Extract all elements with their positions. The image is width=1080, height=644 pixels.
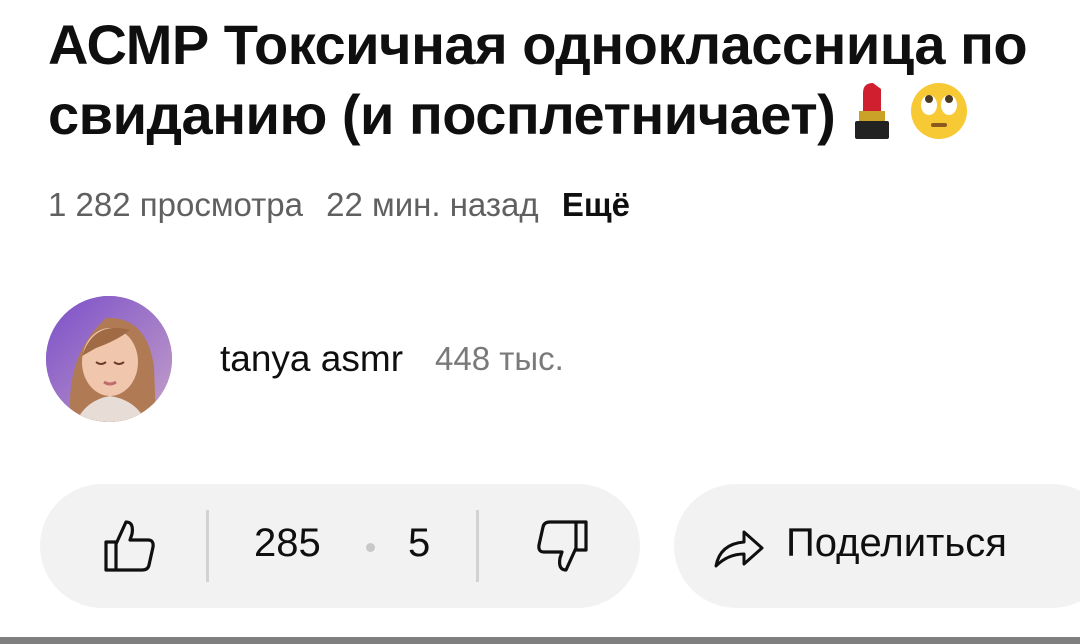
video-meta: 1 282 просмотра 22 мин. назад Ещё bbox=[48, 186, 644, 224]
thumbs-up-icon bbox=[104, 520, 155, 572]
share-button[interactable]: Поделиться bbox=[674, 484, 1080, 608]
share-arrow-icon bbox=[712, 526, 766, 575]
avatar[interactable] bbox=[46, 296, 172, 422]
share-label: Поделиться bbox=[786, 521, 1007, 565]
video-title-line-2: свиданию (и посплетничает) bbox=[48, 80, 1080, 150]
like-count: 285 bbox=[254, 521, 321, 565]
like-button[interactable] bbox=[100, 516, 160, 581]
rolling-eyes-icon bbox=[909, 81, 969, 157]
channel-row[interactable]: tanya asmr 448 тыс. bbox=[46, 296, 564, 422]
video-title[interactable]: АСМР Токсичная одноклассница по свиданию… bbox=[48, 10, 1080, 150]
lipstick-icon bbox=[849, 81, 895, 157]
view-count: 1 282 просмотра bbox=[48, 186, 303, 223]
divider bbox=[476, 510, 479, 582]
upload-time: 22 мин. назад bbox=[326, 186, 539, 223]
divider bbox=[206, 510, 209, 582]
like-dislike-bar: 285 5 bbox=[40, 484, 640, 608]
subscriber-count: 448 тыс. bbox=[435, 340, 564, 377]
dislike-count: 5 bbox=[408, 521, 431, 565]
thumbs-down-icon bbox=[537, 520, 588, 572]
video-title-line-2-text: свиданию (и посплетничает) bbox=[48, 83, 836, 146]
dislike-button[interactable] bbox=[532, 516, 592, 581]
more-button[interactable]: Ещё bbox=[562, 186, 630, 223]
channel-name[interactable]: tanya asmr bbox=[220, 338, 403, 380]
separator-dot bbox=[366, 543, 375, 552]
video-title-line-1: АСМР Токсичная одноклассница по bbox=[48, 13, 1028, 76]
bottom-edge-bar bbox=[0, 637, 1080, 644]
